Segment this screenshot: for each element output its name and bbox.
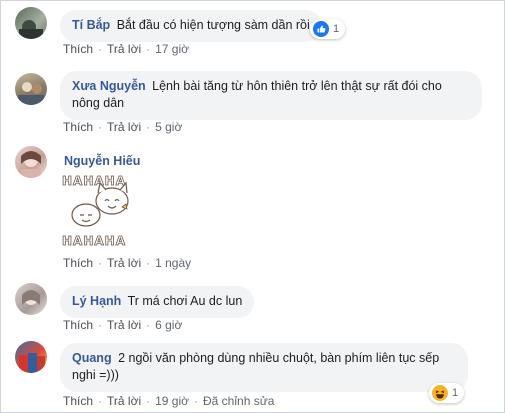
comment-bubble: Quang 2 ngồi văn phòng dùng nhiều chuột,… — [60, 343, 468, 392]
reply-link[interactable]: Trả lời — [107, 120, 141, 134]
sticker-image: HAHAHA HAHAHA — [62, 174, 129, 248]
reaction-count: 1 — [452, 387, 459, 399]
comments-panel: Tí Bắp Bắt đầu có hiện tượng sàm dần rồi… — [0, 0, 505, 413]
hahaha-cat-sticker[interactable]: HAHAHA HAHAHA — [60, 171, 140, 251]
commenter-name[interactable]: Tí Bắp — [72, 18, 110, 32]
comment-text: Tr má chơi Au dc lun — [127, 294, 243, 308]
comment-time[interactable]: 6 giờ — [155, 318, 182, 332]
reaction-count-badge[interactable]: 1 — [429, 383, 465, 403]
comment-actions: Thích · Trả lời · 19 giờ · Đã chỉnh sửa — [63, 394, 275, 408]
like-link[interactable]: Thích — [63, 256, 93, 270]
comment-actions: Thích · Trả lời · 5 giờ — [63, 120, 183, 134]
avatar-photo — [19, 353, 45, 373]
comment-bubble: Tí Bắp Bắt đầu có hiện tượng sàm dần rồi — [60, 10, 322, 42]
sticker-text-top: HAHAHA — [62, 174, 126, 188]
comment-bubble: Xưa Nguyễn Lệnh bài tăng từ hôn thiên tr… — [60, 71, 482, 120]
comment-text: 2 ngồi văn phòng dùng nhiều chuột, bàn p… — [72, 351, 440, 382]
comment-time[interactable]: 1 ngày — [155, 256, 191, 270]
comment-time[interactable]: 17 giờ — [155, 42, 189, 56]
reaction-count: 1 — [333, 23, 340, 35]
avatar[interactable] — [15, 283, 47, 315]
avatar[interactable] — [15, 7, 47, 39]
avatar[interactable] — [15, 341, 47, 373]
avatar-photo — [21, 151, 41, 178]
comment-actions: Thích · Trả lời · 1 ngày — [63, 256, 192, 270]
commenter-name[interactable]: Xưa Nguyễn — [72, 79, 146, 93]
reply-link[interactable]: Trả lời — [107, 42, 141, 56]
commenter-name[interactable]: Lý Hạnh — [72, 294, 121, 308]
like-link[interactable]: Thích — [63, 394, 93, 408]
comment-text: Bắt đầu có hiện tượng sàm dần rồi — [116, 18, 310, 32]
reply-link[interactable]: Trả lời — [107, 256, 141, 270]
avatar-photo — [18, 82, 44, 105]
comment-actions: Thích · Trả lời · 17 giờ — [63, 42, 189, 56]
commenter-name[interactable]: Quang — [72, 351, 112, 365]
like-link[interactable]: Thích — [63, 120, 93, 134]
haha-icon — [432, 385, 448, 401]
reaction-count-badge[interactable]: 1 — [310, 19, 346, 39]
avatar-photo — [19, 20, 43, 39]
reply-link[interactable]: Trả lời — [107, 394, 141, 408]
like-link[interactable]: Thích — [63, 42, 93, 56]
sticker-text-bottom: HAHAHA — [62, 234, 126, 248]
like-icon — [313, 21, 329, 37]
reply-link[interactable]: Trả lời — [107, 318, 141, 332]
comment-bubble: Lý Hạnh Tr má chơi Au dc lun — [60, 286, 255, 318]
like-link[interactable]: Thích — [63, 318, 93, 332]
comment-actions: Thích · Trả lời · 6 giờ — [63, 318, 183, 332]
commenter-name-row: Nguyễn Hiếu — [64, 154, 143, 168]
comment-time[interactable]: 19 giờ — [155, 394, 189, 408]
avatar-photo — [22, 290, 40, 305]
edited-label[interactable]: Đã chỉnh sửa — [203, 394, 274, 408]
avatar[interactable] — [15, 146, 47, 178]
avatar[interactable] — [15, 73, 47, 105]
comment-time[interactable]: 5 giờ — [155, 120, 182, 134]
commenter-name[interactable]: Nguyễn Hiếu — [64, 154, 140, 168]
